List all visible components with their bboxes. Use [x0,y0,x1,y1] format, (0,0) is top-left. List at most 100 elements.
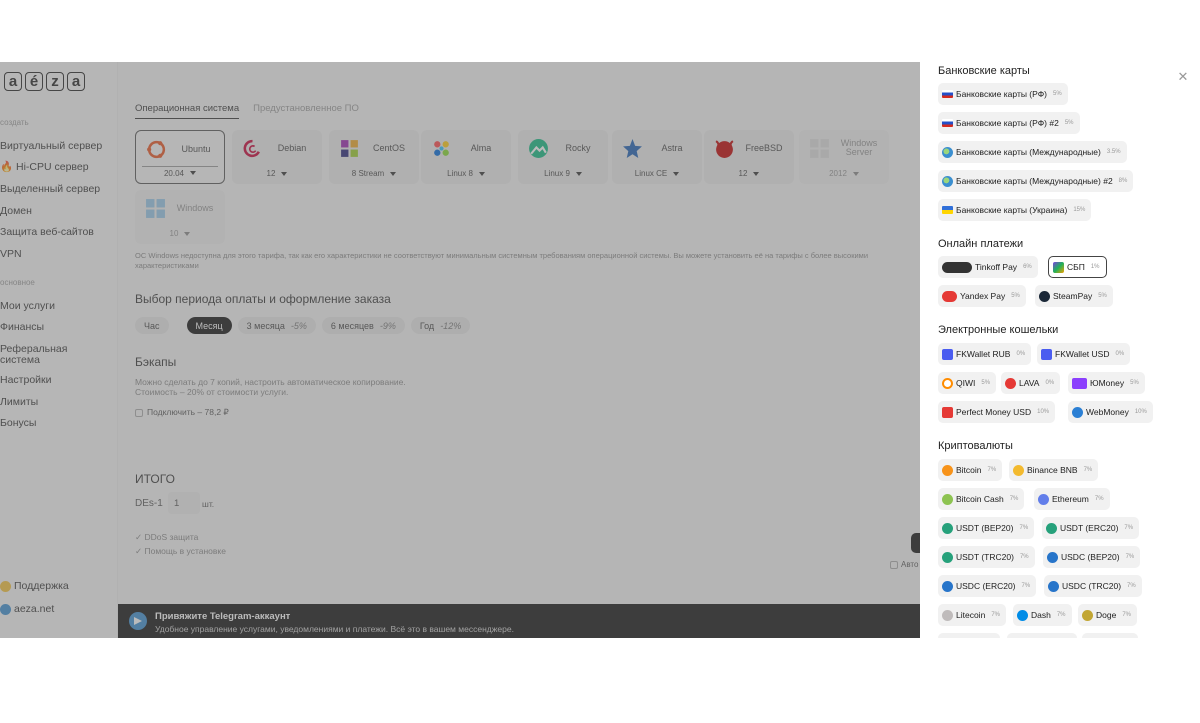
payment-label: Банковские карты (Украина) [956,205,1068,215]
payment-dash[interactable]: Dash 7% [1013,604,1072,626]
payment-litecoin[interactable]: Litecoin 7% [938,604,1006,626]
russia-flag-icon [942,90,953,98]
payment-fee: 5% [1064,120,1074,126]
payment-fee: 5% [1098,293,1107,299]
payment-label: СБП [1067,262,1085,272]
payment-label: Binance BNB [1027,465,1078,475]
payment-fee: 5% [981,380,991,386]
category-online-payments: Онлайн платежи [938,238,1024,250]
bitcoin-cash-icon [942,493,953,505]
payment-fee: 0% [1045,380,1055,386]
payment-fee: 7% [1056,612,1066,618]
payment-fee: 3.5% [1106,149,1121,155]
perfect-money-icon [942,406,953,418]
payment-label: Банковские карты (Международные) #2 [956,176,1113,186]
doge-icon [1082,609,1093,621]
fkwallet-icon [1041,348,1052,360]
payment-label: QIWI [956,378,976,388]
payment-bank-rf[interactable]: Банковские карты (РФ) 5% [938,83,1068,105]
payment-usdt-bep20[interactable]: USDT (BEP20) 7% [938,517,1035,539]
payment-label: Yandex Pay [960,291,1006,301]
payment-fee: 0% [1115,351,1125,357]
category-bank-cards: Банковские карты [938,65,1030,77]
payment-label: Банковские карты (РФ) #2 [956,118,1059,128]
payment-label: Bitcoin [956,465,982,475]
payment-doge[interactable]: Doge 7% [1078,604,1137,626]
payment-bank-ukraine[interactable]: Банковские карты (Украина) 15% [938,199,1092,221]
globe-icon [942,175,953,187]
payment-fee: 15% [1073,207,1086,213]
payment-fee: 7% [1122,612,1131,618]
payment-ethereum[interactable]: Ethereum 7% [1034,488,1110,510]
sbp-icon [1053,261,1064,273]
payment-fee: 5% [1130,380,1139,386]
payment-label: Dash [1031,610,1051,620]
payment-label: LAVA [1019,378,1040,388]
payment-fee: 0% [1016,351,1026,357]
close-icon[interactable]: ✕ [1176,70,1190,84]
tether-icon [942,551,953,563]
payment-fee: 7% [987,467,997,473]
payment-bitcoin[interactable]: Bitcoin 7% [938,459,1003,481]
payment-fee: 10% [1037,409,1050,415]
payment-fee: 5% [1011,293,1020,299]
payment-methods-panel: ✕ Банковские карты Банковские карты (РФ)… [920,62,1200,638]
payment-qiwi[interactable]: QIWI 5% [938,372,997,394]
usdc-icon [1048,580,1059,592]
payment-method-partial[interactable] [1007,633,1077,638]
payment-label: ЮMoney [1090,378,1125,388]
payment-method-partial[interactable] [1082,633,1138,638]
payment-label: Tinkoff Pay [975,262,1018,272]
payment-fkwallet-rub[interactable]: FKWallet RUB 0% [938,343,1032,365]
category-e-wallets: Электронные кошельки [938,324,1059,336]
payment-bank-international[interactable]: Банковские карты (Международные) 3.5% [938,141,1127,163]
usdc-icon [1047,551,1058,563]
payment-webmoney[interactable]: WebMoney 10% [1068,401,1153,423]
ethereum-icon [1038,493,1049,505]
payment-label: Perfect Money USD [956,407,1032,417]
payment-bitcoin-cash[interactable]: Bitcoin Cash 7% [938,488,1025,510]
payment-label: Банковские карты (РФ) [956,89,1048,99]
payment-bank-international-2[interactable]: Банковские карты (Международные) #2 8% [938,170,1134,192]
payment-fkwallet-usd[interactable]: FKWallet USD 0% [1037,343,1131,365]
payment-lava[interactable]: LAVA 0% [1001,372,1061,394]
payment-usdc-trc20[interactable]: USDC (TRC20) 7% [1044,575,1142,597]
payment-usdt-trc20[interactable]: USDT (TRC20) 7% [938,546,1035,568]
payment-steampay[interactable]: SteamPay 5% [1035,285,1113,307]
yoomoney-icon [1072,377,1087,389]
payment-bank-rf-2[interactable]: Банковские карты (РФ) #2 5% [938,112,1080,134]
payment-usdc-erc20[interactable]: USDC (ERC20) 7% [938,575,1037,597]
payment-perfect-money[interactable]: Perfect Money USD 10% [938,401,1056,423]
payment-label: SteamPay [1053,291,1093,301]
tether-icon [942,522,953,534]
payment-yoomoney[interactable]: ЮMoney 5% [1068,372,1145,394]
modal-backdrop[interactable] [0,62,920,638]
payment-fee: 7% [1094,496,1104,502]
payment-label: Ethereum [1052,494,1089,504]
payment-fee: 7% [1124,525,1134,531]
qiwi-icon [942,377,953,389]
payment-sbp[interactable]: СБП 1% [1048,256,1107,278]
payment-method-partial[interactable] [938,633,1000,638]
payment-usdc-bep20[interactable]: USDC (BEP20) 7% [1043,546,1141,568]
fkwallet-icon [942,348,953,360]
globe-icon [942,146,953,158]
payment-fee: 7% [1019,554,1029,560]
payment-fee: 7% [1125,554,1135,560]
payment-tinkoff-pay[interactable]: Tinkoff Pay 6% [938,256,1038,278]
payment-label: USDT (ERC20) [1060,523,1119,533]
payment-usdt-erc20[interactable]: USDT (ERC20) 7% [1042,517,1140,539]
payment-fee: 7% [1127,583,1136,589]
webmoney-icon [1072,406,1083,418]
bitcoin-icon [942,464,953,476]
yandex-pay-icon [942,290,957,302]
page: a é z a создать Виртуальный сервер 🔥 Hi-… [0,0,1200,723]
lava-icon [1005,377,1016,389]
dash-icon [1017,609,1028,621]
payment-fee: 7% [991,612,1000,618]
payment-yandex-pay[interactable]: Yandex Pay 5% [938,285,1026,307]
payment-label: Банковские карты (Международные) [956,147,1101,157]
payment-label: USDC (ERC20) [956,581,1016,591]
payment-fee: 7% [1083,467,1093,473]
payment-binance-bnb[interactable]: Binance BNB 7% [1009,459,1099,481]
